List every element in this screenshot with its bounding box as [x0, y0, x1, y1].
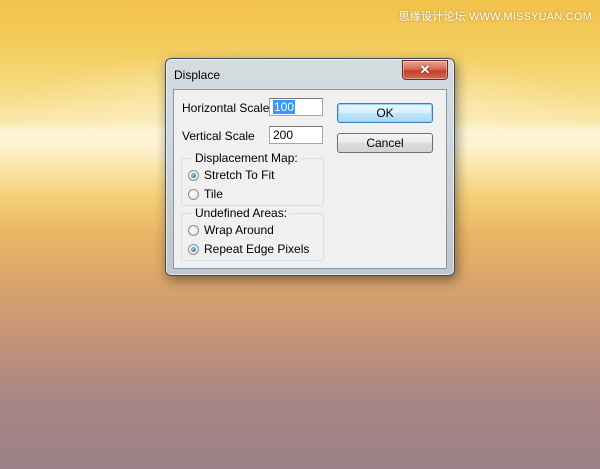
radio-button-icon[interactable]: [188, 225, 199, 236]
dialog-title: Displace: [174, 68, 221, 82]
vertical-scale-input[interactable]: 200: [269, 126, 323, 144]
radio-label: Repeat Edge Pixels: [204, 242, 310, 256]
close-button[interactable]: ✕: [402, 60, 448, 80]
horizontal-scale-value: 100: [273, 100, 296, 114]
watermark-text: 思缘设计论坛 WWW.MISSYUAN.COM: [398, 11, 592, 23]
displace-dialog: Displace ✕ Horizontal Scale 100 Vertical…: [165, 58, 455, 276]
undefined-areas-title: Undefined Areas:: [192, 206, 291, 220]
title-bar[interactable]: Displace ✕: [166, 59, 454, 89]
dialog-body: Horizontal Scale 100 Vertical Scale 200 …: [173, 89, 447, 269]
horizontal-scale-input[interactable]: 100: [269, 98, 323, 116]
undefined-areas-group: Undefined Areas: Wrap Around Repeat Edge…: [181, 206, 324, 261]
radio-button-icon[interactable]: [188, 244, 199, 255]
radio-label: Wrap Around: [204, 223, 274, 237]
cancel-button[interactable]: Cancel: [337, 133, 433, 153]
displacement-map-group: Displacement Map: Stretch To Fit Tile: [181, 151, 324, 206]
vertical-scale-label: Vertical Scale: [182, 129, 255, 143]
radio-label: Tile: [204, 187, 223, 201]
vertical-scale-value: 200: [273, 128, 294, 142]
ok-button[interactable]: OK: [337, 103, 433, 123]
close-icon: ✕: [419, 62, 431, 77]
horizontal-scale-label: Horizontal Scale: [182, 101, 270, 115]
radio-button-icon[interactable]: [188, 170, 199, 181]
radio-button-icon[interactable]: [188, 189, 199, 200]
displacement-map-title: Displacement Map:: [192, 151, 301, 165]
radio-label: Stretch To Fit: [204, 168, 275, 182]
